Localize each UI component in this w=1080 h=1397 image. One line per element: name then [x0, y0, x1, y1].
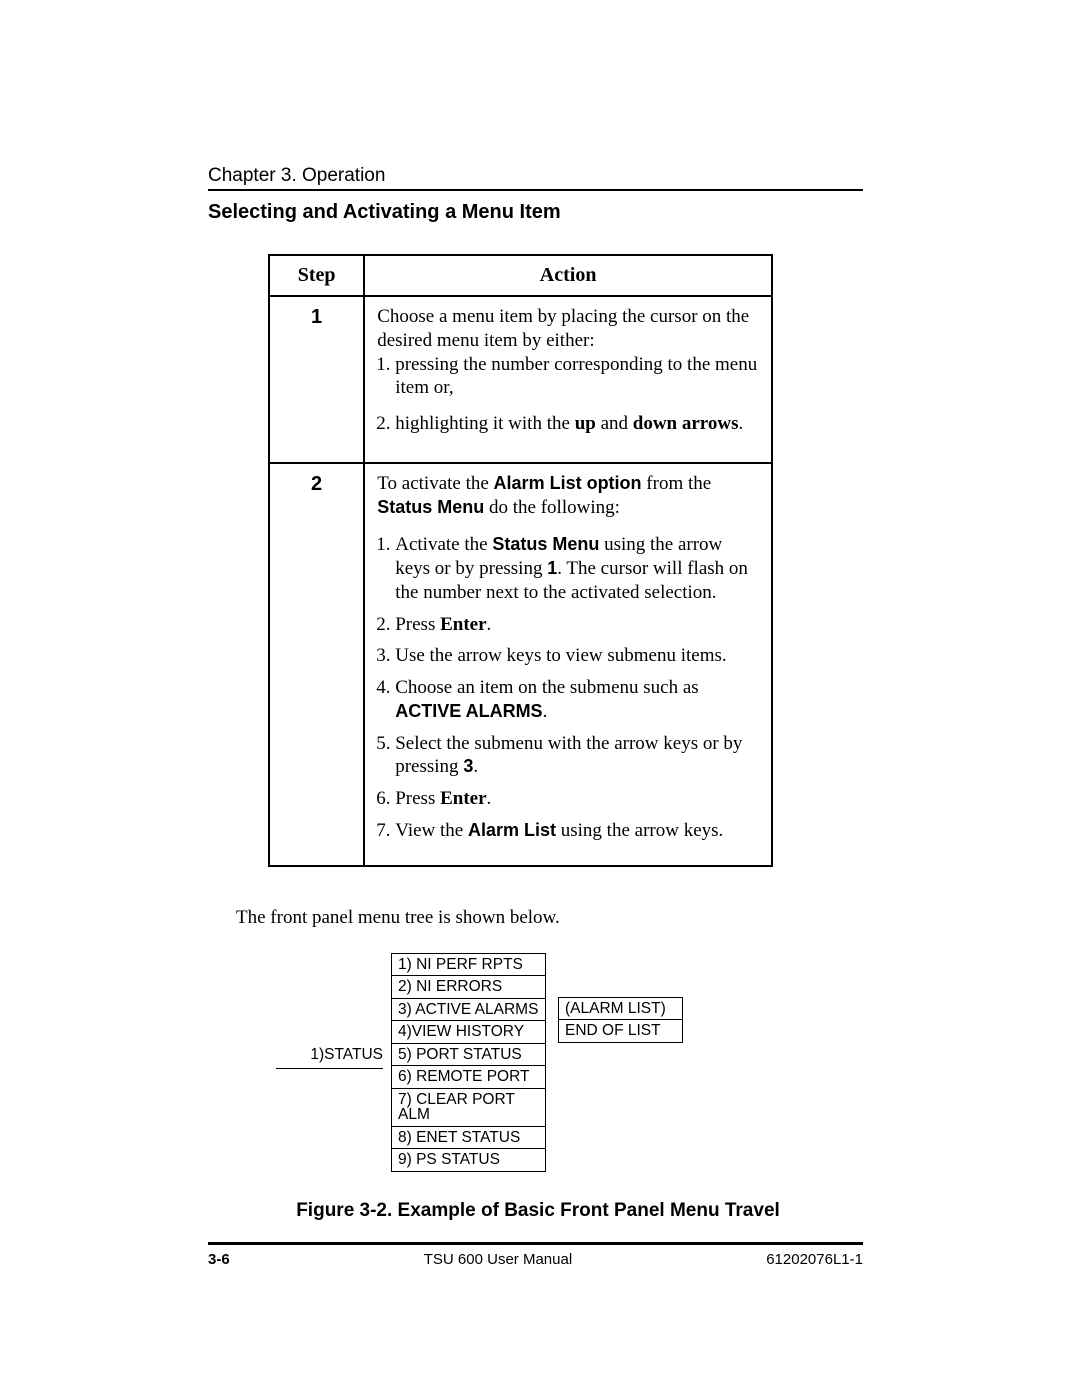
tree-item: 2) NI ERRORS — [391, 975, 546, 998]
list-item: highlighting it with the up and down arr… — [395, 412, 759, 436]
step-number: 1 — [269, 296, 364, 463]
tree-item: 4)VIEW HISTORY — [391, 1020, 546, 1043]
section-title: Selecting and Activating a Menu Item — [208, 201, 868, 224]
figure-caption: Figure 3-2. Example of Basic Front Panel… — [208, 1200, 868, 1222]
col-action: Action — [364, 255, 772, 296]
body-text: The front panel menu tree is shown below… — [236, 907, 868, 929]
list-item: Choose an item on the submenu such as AC… — [395, 676, 759, 724]
menu-tree-figure: 1)STATUS 1) NI PERF RPTS 2) NI ERRORS 3)… — [268, 953, 868, 1172]
list-item: pressing the number corresponding to the… — [395, 353, 759, 401]
footer-title: TSU 600 User Manual — [424, 1251, 572, 1268]
tree-root: 1)STATUS — [310, 1046, 383, 1063]
list-item: Select the submenu with the arrow keys o… — [395, 732, 759, 780]
footer-rule — [208, 1242, 863, 1245]
step-number: 2 — [269, 463, 364, 866]
list-item: Activate the Status Menu using the arrow… — [395, 533, 759, 604]
tree-item: 6) REMOTE PORT — [391, 1065, 546, 1088]
header-rule — [208, 189, 863, 191]
tree-item: 1) NI PERF RPTS — [391, 953, 546, 976]
action-cell: Choose a menu item by placing the cursor… — [364, 296, 772, 463]
tree-item: 5) PORT STATUS — [391, 1043, 546, 1066]
list-item: View the Alarm List using the arrow keys… — [395, 819, 759, 843]
footer-docnum: 61202076L1-1 — [766, 1251, 863, 1268]
tree-item: 7) CLEAR PORT ALM — [391, 1088, 546, 1126]
tree-item: 3) ACTIVE ALARMS — [391, 998, 546, 1021]
table-row: 2 To activate the Alarm List option from… — [269, 463, 772, 866]
col-step: Step — [269, 255, 364, 296]
action-intro: Choose a menu item by placing the cursor… — [377, 305, 759, 353]
steps-table: Step Action 1 Choose a menu item by plac… — [268, 254, 773, 867]
tree-right: (ALARM LIST) END OF LIST — [558, 953, 683, 1043]
list-item: Press Enter. — [395, 613, 759, 637]
tree-item: 8) ENET STATUS — [391, 1126, 546, 1149]
tree-item: 9) PS STATUS — [391, 1148, 546, 1172]
tree-mid: 1) NI PERF RPTS 2) NI ERRORS 3) ACTIVE A… — [391, 953, 546, 1172]
footer-page: 3-6 — [208, 1251, 230, 1268]
action-intro: To activate the Alarm List option from t… — [377, 472, 759, 520]
list-item: Press Enter. — [395, 787, 759, 811]
list-item: Use the arrow keys to view submenu items… — [395, 644, 759, 668]
chapter-header: Chapter 3. Operation — [208, 165, 868, 187]
page-footer: 3-6 TSU 600 User Manual 61202076L1-1 — [208, 1251, 863, 1268]
table-row: 1 Choose a menu item by placing the curs… — [269, 296, 772, 463]
tree-item: END OF LIST — [558, 1019, 683, 1043]
tree-item: (ALARM LIST) — [558, 997, 683, 1020]
action-cell: To activate the Alarm List option from t… — [364, 463, 772, 866]
